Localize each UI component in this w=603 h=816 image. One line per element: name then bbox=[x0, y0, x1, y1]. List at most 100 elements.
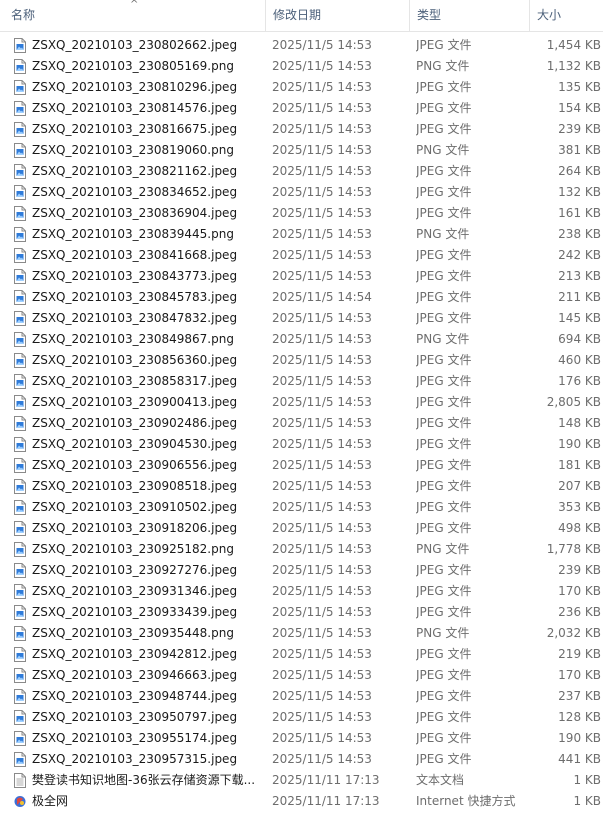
file-row[interactable]: ZSXQ_20210103_230910502.jpeg 2025/11/5 14… bbox=[0, 497, 603, 518]
file-size: 132 KB bbox=[558, 185, 601, 199]
file-date-modified: 2025/11/5 14:53 bbox=[272, 143, 372, 157]
file-row[interactable]: ZSXQ_20210103_230935448.png 2025/11/5 14:… bbox=[0, 623, 603, 644]
file-row[interactable]: ZSXQ_20210103_230836904.jpeg 2025/11/5 14… bbox=[0, 203, 603, 224]
file-name: ZSXQ_20210103_230841668.jpeg bbox=[32, 248, 238, 262]
image-file-icon bbox=[12, 497, 28, 518]
file-name: ZSXQ_20210103_230931346.jpeg bbox=[32, 584, 238, 598]
file-row[interactable]: 极全网 2025/11/11 17:13 Internet 快捷方式 1 KB bbox=[0, 791, 603, 812]
image-file-icon bbox=[12, 224, 28, 245]
file-row[interactable]: ZSXQ_20210103_230955174.jpeg 2025/11/5 14… bbox=[0, 728, 603, 749]
image-file-icon bbox=[12, 245, 28, 266]
file-row[interactable]: ZSXQ_20210103_230900413.jpeg 2025/11/5 14… bbox=[0, 392, 603, 413]
file-name: ZSXQ_20210103_230816675.jpeg bbox=[32, 122, 238, 136]
image-file-icon bbox=[12, 413, 28, 434]
file-row[interactable]: ZSXQ_20210103_230950797.jpeg 2025/11/5 14… bbox=[0, 707, 603, 728]
image-file-icon bbox=[12, 602, 28, 623]
file-row[interactable]: ZSXQ_20210103_230802662.jpeg 2025/11/5 14… bbox=[0, 35, 603, 56]
file-name: 极全网 bbox=[32, 794, 69, 808]
file-date-modified: 2025/11/5 14:53 bbox=[272, 38, 372, 52]
file-row[interactable]: ZSXQ_20210103_230856360.jpeg 2025/11/5 14… bbox=[0, 350, 603, 371]
file-date-modified: 2025/11/5 14:53 bbox=[272, 626, 372, 640]
file-size: 236 KB bbox=[558, 605, 601, 619]
file-date-modified: 2025/11/5 14:53 bbox=[272, 101, 372, 115]
image-file-icon bbox=[12, 539, 28, 560]
file-row[interactable]: ZSXQ_20210103_230927276.jpeg 2025/11/5 14… bbox=[0, 560, 603, 581]
file-date-modified: 2025/11/5 14:53 bbox=[272, 500, 372, 514]
file-size: 353 KB bbox=[558, 500, 601, 514]
image-file-icon bbox=[12, 392, 28, 413]
file-row[interactable]: ZSXQ_20210103_230946663.jpeg 2025/11/5 14… bbox=[0, 665, 603, 686]
file-name: ZSXQ_20210103_230942812.jpeg bbox=[32, 647, 238, 661]
file-type: JPEG 文件 bbox=[416, 605, 472, 619]
file-size: 1,454 KB bbox=[546, 38, 601, 52]
file-row[interactable]: ZSXQ_20210103_230810296.jpeg 2025/11/5 14… bbox=[0, 77, 603, 98]
file-date-modified: 2025/11/5 14:53 bbox=[272, 248, 372, 262]
file-date-modified: 2025/11/11 17:13 bbox=[272, 773, 380, 787]
file-size: 219 KB bbox=[558, 647, 601, 661]
image-file-icon bbox=[12, 560, 28, 581]
file-size: 1,778 KB bbox=[546, 542, 601, 556]
file-name: ZSXQ_20210103_230843773.jpeg bbox=[32, 269, 238, 283]
image-file-icon bbox=[12, 308, 28, 329]
file-row[interactable]: ZSXQ_20210103_230904530.jpeg 2025/11/5 14… bbox=[0, 434, 603, 455]
file-type: PNG 文件 bbox=[416, 332, 470, 346]
file-row[interactable]: ZSXQ_20210103_230843773.jpeg 2025/11/5 14… bbox=[0, 266, 603, 287]
file-date-modified: 2025/11/5 14:53 bbox=[272, 521, 372, 535]
file-row[interactable]: ZSXQ_20210103_230906556.jpeg 2025/11/5 14… bbox=[0, 455, 603, 476]
file-row[interactable]: ZSXQ_20210103_230805169.png 2025/11/5 14:… bbox=[0, 56, 603, 77]
file-size: 2,032 KB bbox=[546, 626, 601, 640]
file-size: 1 KB bbox=[573, 773, 601, 787]
file-row[interactable]: ZSXQ_20210103_230839445.png 2025/11/5 14:… bbox=[0, 224, 603, 245]
file-row[interactable]: ZSXQ_20210103_230918206.jpeg 2025/11/5 14… bbox=[0, 518, 603, 539]
image-file-icon bbox=[12, 686, 28, 707]
file-row[interactable]: ZSXQ_20210103_230948744.jpeg 2025/11/5 14… bbox=[0, 686, 603, 707]
image-file-icon bbox=[12, 455, 28, 476]
image-file-icon bbox=[12, 56, 28, 77]
file-row[interactable]: ZSXQ_20210103_230847832.jpeg 2025/11/5 14… bbox=[0, 308, 603, 329]
file-row[interactable]: ZSXQ_20210103_230925182.png 2025/11/5 14:… bbox=[0, 539, 603, 560]
file-row[interactable]: ZSXQ_20210103_230902486.jpeg 2025/11/5 14… bbox=[0, 413, 603, 434]
file-row[interactable]: ZSXQ_20210103_230845783.jpeg 2025/11/5 14… bbox=[0, 287, 603, 308]
file-size: 181 KB bbox=[558, 458, 601, 472]
file-row[interactable]: ZSXQ_20210103_230841668.jpeg 2025/11/5 14… bbox=[0, 245, 603, 266]
file-row[interactable]: ZSXQ_20210103_230931346.jpeg 2025/11/5 14… bbox=[0, 581, 603, 602]
file-date-modified: 2025/11/5 14:53 bbox=[272, 542, 372, 556]
file-size: 1 KB bbox=[573, 794, 601, 808]
column-header-size[interactable]: 大小 bbox=[529, 0, 603, 31]
file-row[interactable]: ZSXQ_20210103_230814576.jpeg 2025/11/5 14… bbox=[0, 98, 603, 119]
column-header-type[interactable]: 类型 bbox=[409, 0, 529, 31]
file-name: ZSXQ_20210103_230900413.jpeg bbox=[32, 395, 238, 409]
file-row[interactable]: ZSXQ_20210103_230821162.jpeg 2025/11/5 14… bbox=[0, 161, 603, 182]
image-file-icon bbox=[12, 707, 28, 728]
file-list: ZSXQ_20210103_230802662.jpeg 2025/11/5 14… bbox=[0, 35, 603, 812]
file-row[interactable]: ZSXQ_20210103_230933439.jpeg 2025/11/5 14… bbox=[0, 602, 603, 623]
column-header-date[interactable]: 修改日期 bbox=[265, 0, 409, 31]
file-row[interactable]: ZSXQ_20210103_230957315.jpeg 2025/11/5 14… bbox=[0, 749, 603, 770]
file-type: JPEG 文件 bbox=[416, 122, 472, 136]
file-size: 207 KB bbox=[558, 479, 601, 493]
image-file-icon bbox=[12, 581, 28, 602]
file-row[interactable]: ZSXQ_20210103_230834652.jpeg 2025/11/5 14… bbox=[0, 182, 603, 203]
file-type: JPEG 文件 bbox=[416, 269, 472, 283]
file-size: 242 KB bbox=[558, 248, 601, 262]
file-row[interactable]: 樊登读书知识地图-36张云存储资源下载... 2025/11/11 17:13 文本… bbox=[0, 770, 603, 791]
file-date-modified: 2025/11/5 14:53 bbox=[272, 416, 372, 430]
file-type: PNG 文件 bbox=[416, 143, 470, 157]
file-name: ZSXQ_20210103_230955174.jpeg bbox=[32, 731, 238, 745]
file-size: 381 KB bbox=[558, 143, 601, 157]
file-row[interactable]: ZSXQ_20210103_230858317.jpeg 2025/11/5 14… bbox=[0, 371, 603, 392]
file-size: 190 KB bbox=[558, 437, 601, 451]
file-row[interactable]: ZSXQ_20210103_230942812.jpeg 2025/11/5 14… bbox=[0, 644, 603, 665]
file-row[interactable]: ZSXQ_20210103_230816675.jpeg 2025/11/5 14… bbox=[0, 119, 603, 140]
file-row[interactable]: ZSXQ_20210103_230849867.png 2025/11/5 14:… bbox=[0, 329, 603, 350]
file-type: PNG 文件 bbox=[416, 542, 470, 556]
file-date-modified: 2025/11/5 14:53 bbox=[272, 437, 372, 451]
file-type: JPEG 文件 bbox=[416, 80, 472, 94]
file-row[interactable]: ZSXQ_20210103_230908518.jpeg 2025/11/5 14… bbox=[0, 476, 603, 497]
file-date-modified: 2025/11/5 14:53 bbox=[272, 710, 372, 724]
file-date-modified: 2025/11/5 14:53 bbox=[272, 353, 372, 367]
file-size: 211 KB bbox=[558, 290, 601, 304]
image-file-icon bbox=[12, 371, 28, 392]
file-type: JPEG 文件 bbox=[416, 101, 472, 115]
file-row[interactable]: ZSXQ_20210103_230819060.png 2025/11/5 14:… bbox=[0, 140, 603, 161]
